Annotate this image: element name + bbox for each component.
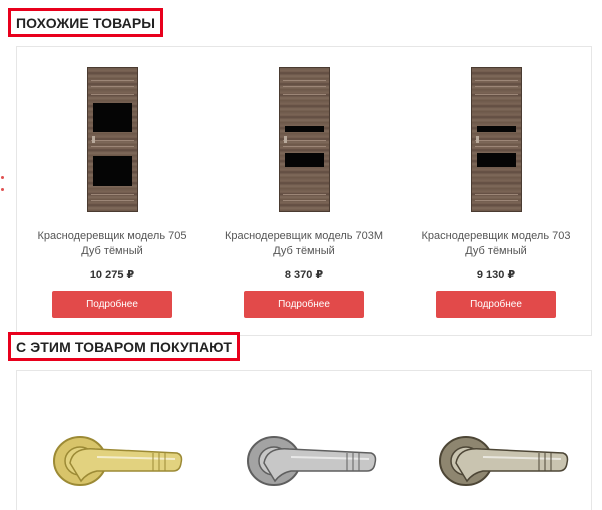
- door-panel-line: [282, 146, 326, 147]
- door-panel-line: [474, 200, 518, 201]
- door-panel-line: [474, 146, 518, 147]
- door-panel-line: [474, 86, 518, 87]
- door-panel-line: [474, 194, 518, 195]
- door-glass: [92, 156, 132, 186]
- door-image[interactable]: [470, 67, 522, 212]
- door-panel-line: [474, 80, 518, 81]
- product-color: Дуб тёмный: [273, 245, 335, 257]
- door-panel-line: [90, 200, 134, 201]
- similar-products-panel: Краснодеревщик модель 705 Дуб тёмный 10 …: [16, 46, 592, 336]
- door-handle-detail: [91, 136, 95, 143]
- product-name[interactable]: Краснодеревщик модель 705: [17, 229, 207, 244]
- door-panel-line: [90, 146, 134, 147]
- door-panel-line: [90, 94, 134, 95]
- door-glass: [476, 126, 516, 132]
- door-handle-card[interactable]: [35, 391, 185, 510]
- door-panel-line: [474, 94, 518, 95]
- product-color: Дуб тёмный: [81, 245, 143, 257]
- product-card[interactable]: Краснодеревщик модель 703M Дуб тёмный 8 …: [209, 67, 399, 318]
- product-card[interactable]: Краснодеревщик модель 705 Дуб тёмный 10 …: [17, 67, 207, 318]
- details-button[interactable]: Подробнее: [244, 291, 364, 318]
- edge-marks: [0, 176, 6, 206]
- door-handle-card[interactable]: [421, 391, 571, 510]
- product-name[interactable]: Краснодеревщик модель 703M: [209, 229, 399, 244]
- door-panel-line: [474, 140, 518, 141]
- door-glass: [284, 126, 324, 132]
- door-panel-line: [282, 86, 326, 87]
- product-price: 8 370 ₽: [284, 269, 324, 281]
- door-image[interactable]: [86, 67, 138, 212]
- product-color: Дуб тёмный: [465, 245, 527, 257]
- door-image[interactable]: [278, 67, 330, 212]
- door-panel-line: [282, 80, 326, 81]
- door-panel-line: [90, 194, 134, 195]
- product-price: 9 130 ₽: [476, 269, 516, 281]
- door-handle-detail: [475, 136, 479, 143]
- also-buy-panel: [16, 370, 592, 510]
- similar-products-title: ПОХОЖИЕ ТОВАРЫ: [8, 8, 164, 37]
- door-panel-line: [282, 200, 326, 201]
- door-panel-line: [282, 94, 326, 95]
- details-button[interactable]: Подробнее: [52, 291, 172, 318]
- door-handle-detail: [283, 136, 287, 143]
- door-panel-line: [282, 194, 326, 195]
- door-panel-line: [90, 86, 134, 87]
- door-handle-card[interactable]: [229, 391, 379, 510]
- door-handle-image[interactable]: [421, 391, 571, 510]
- door-panel-line: [90, 80, 134, 81]
- product-name[interactable]: Краснодеревщик модель 703: [401, 229, 591, 244]
- door-handle-image[interactable]: [35, 391, 185, 510]
- door-glass: [476, 153, 516, 167]
- door-panel-line: [282, 140, 326, 141]
- product-price: 10 275 ₽: [89, 269, 135, 281]
- door-handle-image[interactable]: [229, 391, 379, 510]
- details-button[interactable]: Подробнее: [436, 291, 556, 318]
- product-card[interactable]: Краснодеревщик модель 703 Дуб тёмный 9 1…: [401, 67, 591, 318]
- door-glass: [92, 103, 132, 132]
- also-buy-title: С ЭТИМ ТОВАРОМ ПОКУПАЮТ: [8, 332, 241, 361]
- door-panel-line: [90, 140, 134, 141]
- door-glass: [284, 153, 324, 167]
